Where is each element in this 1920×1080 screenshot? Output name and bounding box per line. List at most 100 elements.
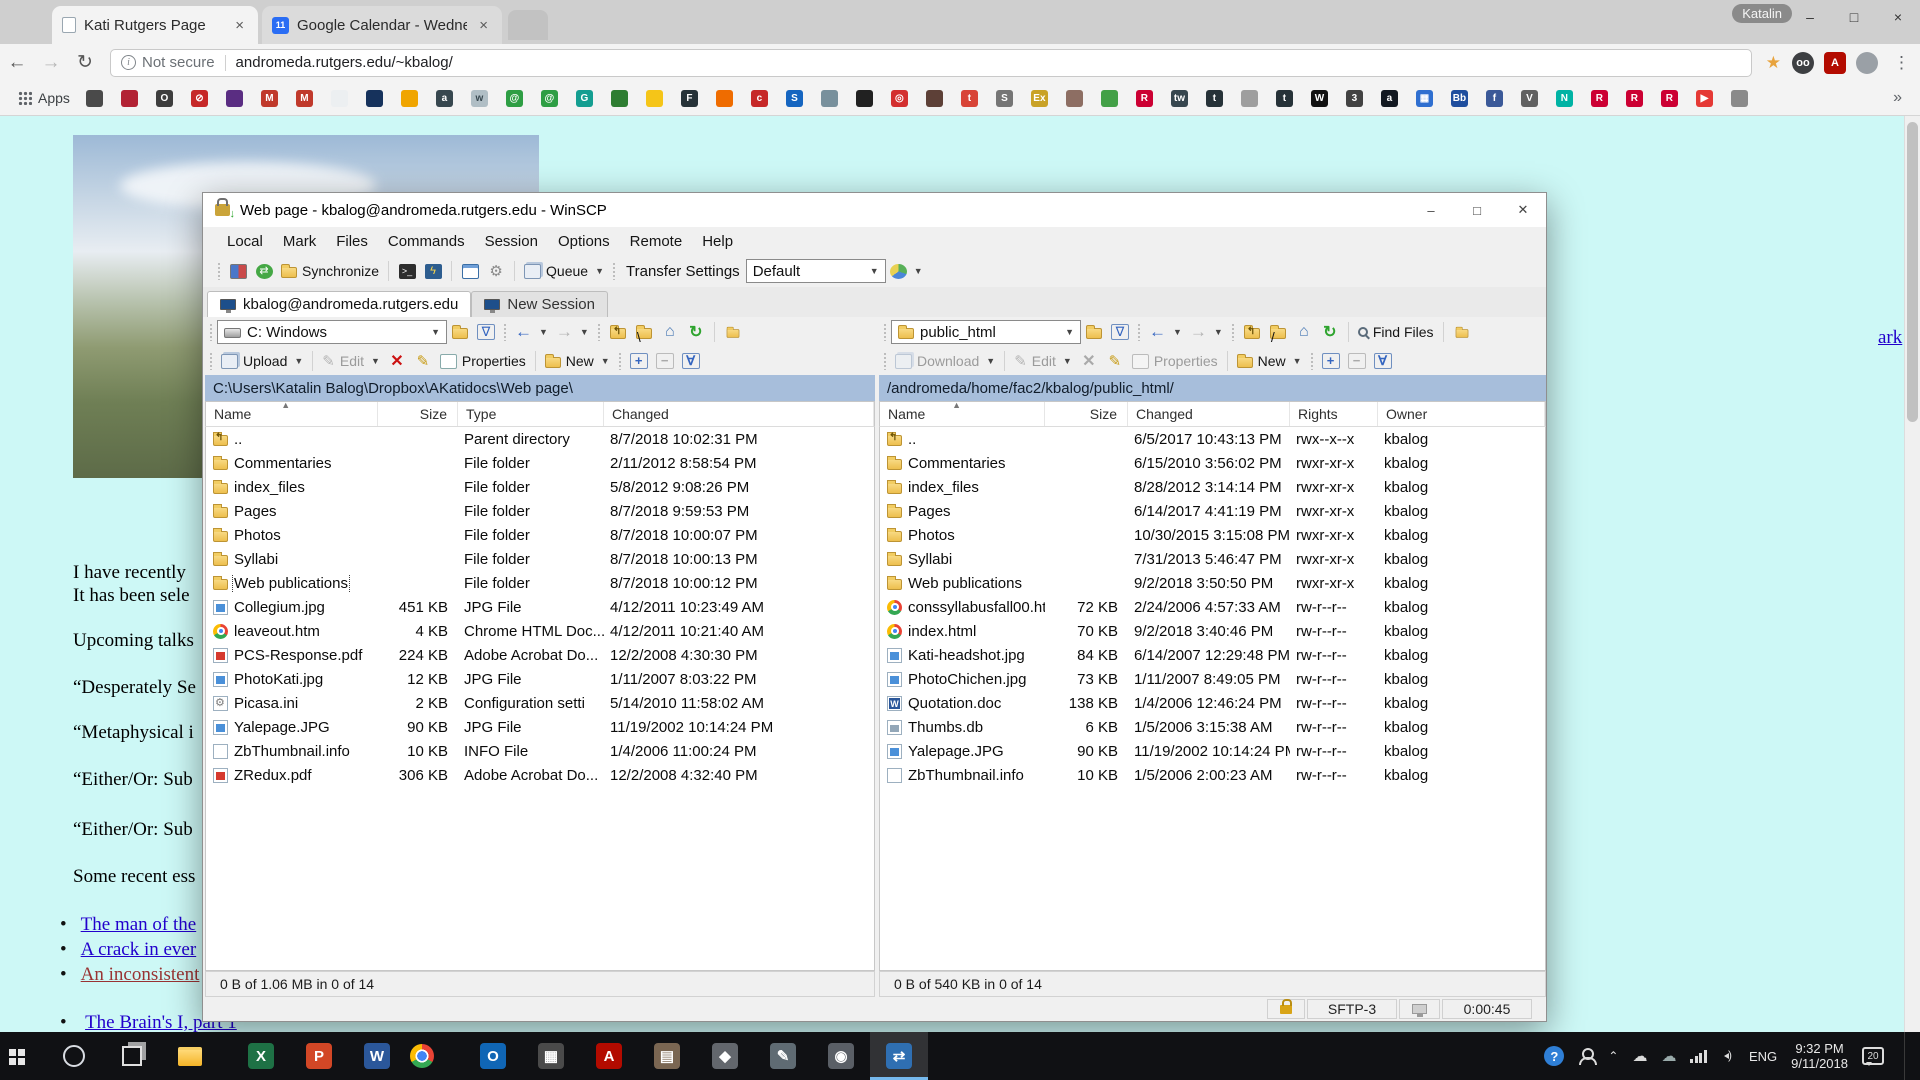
help-icon[interactable]: ?	[1544, 1046, 1564, 1066]
extension-glasses-icon[interactable]: oo	[1792, 52, 1814, 74]
toolbar-grip[interactable]	[1231, 323, 1235, 341]
select-filter-button[interactable]: ∀	[678, 349, 704, 373]
taskbar-app-button[interactable]: ✎	[754, 1032, 812, 1080]
protocol-cell[interactable]: SFTP-3	[1307, 999, 1397, 1019]
new-session-tab[interactable]: New Session	[471, 291, 608, 317]
bookmark-favicon[interactable]	[856, 90, 873, 107]
file-row[interactable]: ZbThumbnail.info 10 KB INFO File 1/4/200…	[206, 739, 874, 763]
url-text[interactable]: andromeda.rutgers.edu/~kbalog/	[236, 54, 453, 71]
column-header-owner[interactable]: Owner	[1378, 402, 1545, 426]
filter-button[interactable]: ∇	[1107, 320, 1133, 344]
bookmark-favicon[interactable]: t	[1206, 90, 1223, 107]
language-indicator[interactable]: ENG	[1749, 1049, 1777, 1064]
browser-tab-calendar[interactable]: 11 Google Calendar - Wedne ×	[262, 6, 502, 44]
forward-button[interactable]: →▼	[1186, 320, 1227, 344]
bookmark-favicon[interactable]	[1066, 90, 1083, 107]
info-icon[interactable]: i	[121, 55, 136, 70]
open-directory-button[interactable]	[447, 320, 473, 344]
page-link[interactable]: An inconsistent	[81, 964, 200, 985]
browser-profile-name[interactable]: Katalin	[1732, 4, 1792, 23]
panel-options-button[interactable]	[457, 259, 483, 283]
edit-button[interactable]: ✎ Edit ▼	[1010, 349, 1076, 373]
preferences-button[interactable]: ⚙	[483, 259, 509, 283]
action-center-icon[interactable]: 20	[1862, 1047, 1884, 1065]
browser-tab-kati[interactable]: Kati Rutgers Page ×	[52, 6, 258, 44]
page-link-fragment[interactable]: ark	[1878, 327, 1902, 349]
bookmark-favicon[interactable]: O	[156, 90, 173, 107]
bookmark-favicon[interactable]: R	[1136, 90, 1153, 107]
transfer-settings-select[interactable]: Default ▼	[746, 259, 886, 283]
file-row[interactable]: Collegium.jpg 451 KB JPG File 4/12/2011 …	[206, 595, 874, 619]
remote-directory-selector[interactable]: public_html ▼	[891, 320, 1081, 344]
bookmark-favicon[interactable]: ⊘	[191, 90, 208, 107]
bookmark-favicon[interactable]	[926, 90, 943, 107]
unselect-button[interactable]: −	[652, 349, 678, 373]
taskbar-app-button[interactable]	[174, 1032, 232, 1080]
select-button[interactable]: +	[1318, 349, 1344, 373]
taskbar-app-button[interactable]	[116, 1032, 174, 1080]
sync-browsing-button[interactable]: ⇄	[251, 259, 277, 283]
bookmark-favicon[interactable]: f	[1486, 90, 1503, 107]
layout-button[interactable]	[225, 259, 251, 283]
bookmark-favicon[interactable]: N	[1556, 90, 1573, 107]
taskbar-clock[interactable]: 9:32 PM 9/11/2018	[1791, 1041, 1848, 1071]
winscp-minimize-button[interactable]: –	[1408, 193, 1454, 227]
page-scrollbar[interactable]	[1904, 116, 1920, 1032]
bookmark-favicon[interactable]: R	[1591, 90, 1608, 107]
taskbar-app-button[interactable]: ▦	[522, 1032, 580, 1080]
bookmark-favicon[interactable]: a	[436, 90, 453, 107]
properties-button[interactable]: Properties	[1128, 349, 1222, 373]
synchronize-button[interactable]: Synchronize	[277, 259, 383, 283]
select-button[interactable]: +	[626, 349, 652, 373]
bookmark-favicon[interactable]: M	[261, 90, 278, 107]
bookmark-favicon[interactable]: S	[996, 90, 1013, 107]
bookmark-favicon[interactable]	[366, 90, 383, 107]
bookmark-favicon[interactable]: @	[541, 90, 558, 107]
scrollbar-thumb[interactable]	[1907, 122, 1918, 422]
file-row[interactable]: Syllabi 7/31/2013 5:46:47 PM rwxr-xr-x k…	[880, 547, 1545, 571]
bookmark-favicon[interactable]: V	[1521, 90, 1538, 107]
apps-grid-icon[interactable]	[18, 91, 32, 105]
bookmark-favicon[interactable]: F	[681, 90, 698, 107]
file-row[interactable]: Web publications File folder 8/7/2018 10…	[206, 571, 874, 595]
taskbar-app-button[interactable]: ▤	[638, 1032, 696, 1080]
file-row[interactable]: PhotoChichen.jpg 73 KB 1/11/2007 8:49:05…	[880, 667, 1545, 691]
file-row[interactable]: Pages 6/14/2017 4:41:19 PM rwxr-xr-x kba…	[880, 499, 1545, 523]
new-tab-button[interactable]	[508, 10, 548, 40]
taskbar-app-button[interactable]: P	[290, 1032, 348, 1080]
taskbar-app-button[interactable]: ◆	[696, 1032, 754, 1080]
taskbar-app-button[interactable]: X	[232, 1032, 290, 1080]
toolbar-grip[interactable]	[883, 352, 887, 370]
column-header-name[interactable]: ▲Name	[206, 402, 378, 426]
bookmark-favicon[interactable]: M	[296, 90, 313, 107]
toolbar-grip[interactable]	[1310, 352, 1314, 370]
winscp-close-button[interactable]: ✕	[1500, 193, 1546, 227]
file-row[interactable]: Pages File folder 8/7/2018 9:59:53 PM	[206, 499, 874, 523]
file-row[interactable]: Yalepage.JPG 90 KB JPG File 11/19/2002 1…	[206, 715, 874, 739]
back-button[interactable]: ←▼	[1145, 320, 1186, 344]
forward-button[interactable]: →	[34, 52, 68, 74]
home-directory-button[interactable]: ⌂	[1291, 320, 1317, 344]
reload-button[interactable]: ↻	[68, 51, 102, 74]
file-row[interactable]: ZbThumbnail.info 10 KB 1/5/2006 2:00:23 …	[880, 763, 1545, 787]
column-header-rights[interactable]: Rights	[1290, 402, 1378, 426]
file-row[interactable]: Commentaries 6/15/2010 3:56:02 PM rwxr-x…	[880, 451, 1545, 475]
taskbar-app-button[interactable]: ◉	[812, 1032, 870, 1080]
address-bar[interactable]: i Not secure andromeda.rutgers.edu/~kbal…	[110, 49, 1752, 77]
root-directory-button[interactable]: /	[1265, 320, 1291, 344]
refresh-button[interactable]: ↻	[1317, 320, 1343, 344]
bookmark-favicon[interactable]	[646, 90, 663, 107]
file-row[interactable]: .. Parent directory 8/7/2018 10:02:31 PM	[206, 427, 874, 451]
menu-item[interactable]: Files	[326, 233, 378, 250]
volume-icon[interactable]	[1721, 1050, 1735, 1062]
menu-item[interactable]: Help	[692, 233, 743, 250]
people-icon[interactable]	[1578, 1048, 1594, 1064]
bookmark-star-icon[interactable]: ★	[1766, 53, 1781, 73]
local-path-bar[interactable]: C:\Users\Katalin Balog\Dropbox\AKatidocs…	[205, 375, 875, 401]
toolbar-grip[interactable]	[597, 323, 601, 341]
bookmark-favicon[interactable]	[821, 90, 838, 107]
toolbar-grip[interactable]	[209, 352, 213, 370]
column-header-size[interactable]: Size	[378, 402, 458, 426]
tab-close-icon[interactable]: ×	[231, 17, 248, 34]
bookmark-favicon[interactable]: Bb	[1451, 90, 1468, 107]
